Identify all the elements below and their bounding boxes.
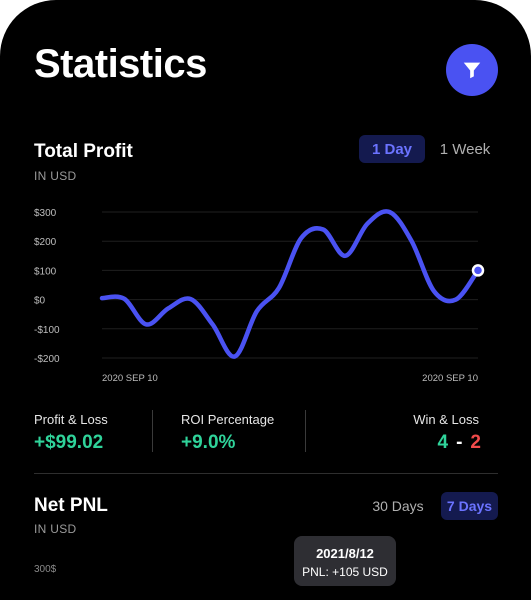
stats-divider (305, 410, 306, 452)
x-tick-label: 2020 SEP 10 (102, 373, 158, 384)
net-pnl-unit: IN USD (34, 522, 77, 536)
losses-count: 2 (470, 432, 481, 453)
net-pnl-y-tick: 300$ (34, 564, 57, 575)
y-tick-label: $200 (34, 237, 57, 248)
y-tick-label: $0 (34, 296, 46, 307)
range-1-day-button[interactable]: 1 Day (359, 135, 425, 163)
win-loss-separator: - (456, 432, 463, 453)
range-1-week-button[interactable]: 1 Week (432, 135, 498, 163)
filter-icon (463, 62, 481, 79)
y-tick-label: $300 (34, 208, 57, 219)
total-profit-title: Total Profit (34, 141, 133, 162)
section-divider (34, 473, 498, 474)
wins-count: 4 (437, 432, 449, 453)
pnl-value: +$99.02 (34, 432, 104, 453)
tooltip-date: 2021/8/12 (316, 546, 374, 561)
page-title: Statistics (34, 42, 207, 86)
phone-screen: Statistics Total Profit IN USD 1 Day 1 W… (0, 0, 531, 600)
net-pnl-title: Net PNL (34, 495, 108, 516)
total-profit-unit: IN USD (34, 169, 77, 183)
roi-value: +9.0% (181, 432, 236, 453)
net-pnl-tooltip: 2021/8/12 PNL: +105 USD (294, 536, 396, 586)
x-tick-label: 2020 SEP 10 (422, 373, 478, 384)
current-point-marker[interactable] (471, 264, 485, 277)
profit-chart: $300 $200 $100 $0 -$100 -$200 2020 SEP 10 2020… (34, 208, 485, 384)
range-30-days-button[interactable]: 30 Days (366, 492, 430, 520)
y-tick-label: -$200 (34, 354, 60, 365)
profit-series-line (99, 209, 481, 359)
roi-label: ROI Percentage (181, 412, 275, 427)
win-loss-label: Win & Loss (413, 412, 479, 427)
win-loss-value: 4 - 2 (438, 432, 481, 454)
y-tick-label: -$100 (34, 325, 60, 336)
pnl-label: Profit & Loss (34, 412, 108, 427)
stats-divider (152, 410, 153, 452)
tooltip-value: PNL: +105 USD (302, 565, 388, 579)
y-tick-label: $100 (34, 266, 57, 277)
range-7-days-button[interactable]: 7 Days (441, 492, 498, 520)
filter-button[interactable] (446, 44, 498, 96)
